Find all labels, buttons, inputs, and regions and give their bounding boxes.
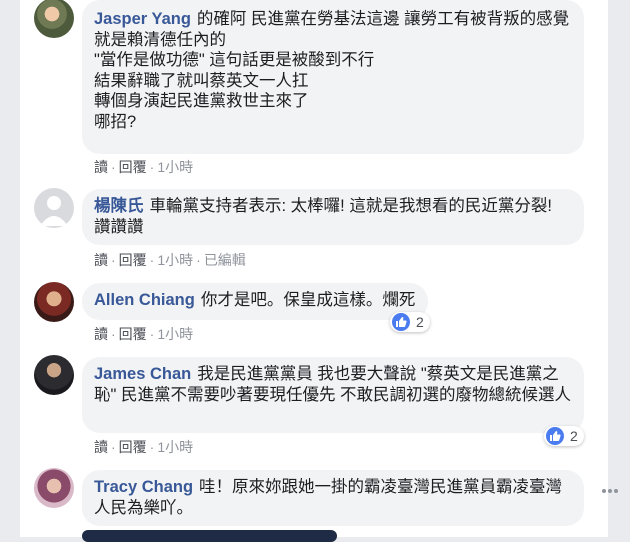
timestamp[interactable]: 1小時 [157, 439, 193, 455]
avatar[interactable] [34, 188, 74, 228]
comment-author[interactable]: Allen Chiang [94, 291, 195, 309]
like-count: 2 [570, 428, 578, 444]
comment-actions: 讀 · 回覆 · 1小時 · 已編輯 [94, 252, 246, 268]
comment-bubble: James Chan 我是民進黨黨員 我也要大聲說 "蔡英文是民進黨之恥" 民進黨… [82, 357, 584, 433]
timestamp[interactable]: 1小時 [157, 252, 193, 268]
edited-label[interactable]: 已編輯 [204, 252, 246, 268]
reaction-count[interactable]: 2 [390, 312, 430, 332]
reply-link[interactable]: 回覆 [119, 159, 147, 175]
timestamp[interactable]: 1小時 [157, 159, 193, 175]
reply-link[interactable]: 回覆 [119, 252, 147, 268]
comment-actions: 讀 · 回覆 · 1小時 [94, 159, 194, 175]
comment-author[interactable]: 楊陳氏 [94, 197, 144, 215]
reply-link[interactable]: 回覆 [119, 439, 147, 455]
comment-text: 的確阿 民進黨在勞基法這邊 讓勞工有被背叛的感覺 就是賴清德任內的 "當作是做功… [94, 10, 570, 131]
avatar[interactable] [34, 282, 74, 322]
comment-bubble: 楊陳氏 車輪黨支持者表示: 太棒囉! 這就是我想看的民近黨分裂! 讚讚讚 [82, 189, 584, 245]
like-link[interactable]: 讀 [94, 252, 108, 268]
like-link[interactable]: 讀 [94, 159, 108, 175]
like-link[interactable]: 讀 [94, 326, 108, 342]
like-count: 2 [416, 314, 424, 330]
comment-actions: 讀 · 回覆 · 1小時 [94, 439, 194, 455]
timestamp[interactable]: 1小時 [157, 326, 193, 342]
comment-bubble: Tracy Chang 哇！原來妳跟她一掛的霸凌臺灣民進黨員霸凌臺灣人民為樂吖。 [82, 470, 584, 526]
comment-text: 車輪黨支持者表示: 太棒囉! 這就是我想看的民近黨分裂! 讚讚讚 [94, 197, 552, 236]
comment-author[interactable]: James Chan [94, 365, 191, 383]
avatar[interactable] [34, 468, 74, 508]
composer-bar[interactable] [82, 530, 337, 542]
comment-bubble: Allen Chiang 你才是吧。保皇成這樣。爛死 [82, 283, 428, 320]
comment-actions: 讀 · 回覆 · 1小時 [94, 326, 194, 342]
comment-author[interactable]: Jasper Yang [94, 10, 191, 28]
comment-text: 你才是吧。保皇成這樣。爛死 [200, 291, 416, 309]
like-icon [392, 313, 410, 331]
comment-author[interactable]: Tracy Chang [94, 478, 193, 496]
more-options-icon[interactable] [602, 480, 622, 493]
default-avatar-icon [40, 196, 68, 226]
avatar[interactable] [34, 0, 74, 38]
like-icon [546, 427, 564, 445]
like-link[interactable]: 讀 [94, 439, 108, 455]
comment-bubble: Jasper Yang 的確阿 民進黨在勞基法這邊 讓勞工有被背叛的感覺 就是賴清… [82, 0, 584, 154]
reply-link[interactable]: 回覆 [119, 326, 147, 342]
comments-panel: Jasper Yang 的確阿 民進黨在勞基法這邊 讓勞工有被背叛的感覺 就是賴清… [20, 0, 618, 542]
reaction-count[interactable]: 2 [544, 426, 584, 446]
avatar[interactable] [34, 355, 74, 395]
